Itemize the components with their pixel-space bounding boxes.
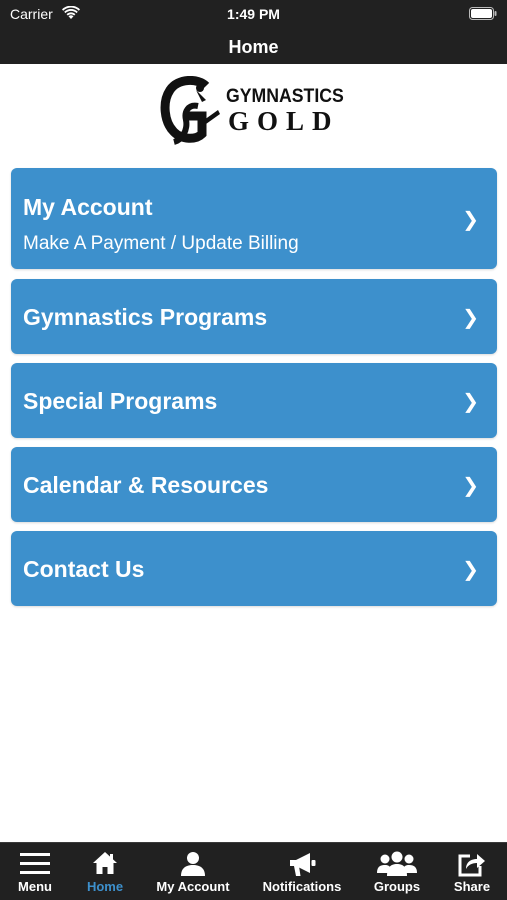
share-icon	[458, 854, 485, 877]
contact-us-card[interactable]: Contact Us ❯	[11, 531, 497, 606]
special-programs-card[interactable]: Special Programs ❯	[11, 363, 497, 438]
user-icon	[181, 852, 205, 876]
tab-label: Share	[453, 879, 491, 894]
battery-icon	[469, 7, 497, 20]
logo-monogram-icon	[160, 76, 220, 145]
calendar-resources-card[interactable]: Calendar & Resources ❯	[11, 447, 497, 522]
card-title: Gymnastics Programs	[23, 304, 268, 330]
gymnastics-programs-card[interactable]: Gymnastics Programs ❯	[11, 279, 497, 354]
tab-label: My Account	[156, 879, 230, 894]
tab-notifications[interactable]: Notifications	[250, 843, 354, 900]
tab-label: Notifications	[262, 879, 342, 894]
tab-groups[interactable]: Groups	[362, 843, 432, 900]
card-subtitle: Make A Payment / Update Billing	[23, 233, 299, 254]
gymnastics-gold-logo: GYMNASTICS GOLD	[158, 76, 352, 146]
chevron-right-icon: ❯	[462, 209, 479, 231]
tab-menu[interactable]: Menu	[0, 843, 70, 900]
group-icon	[377, 851, 417, 876]
chevron-right-icon: ❯	[462, 307, 479, 329]
tab-share[interactable]: Share	[440, 843, 504, 900]
logo-word-gold: GOLD	[228, 106, 340, 136]
tab-label: Menu	[18, 879, 52, 894]
chevron-right-icon: ❯	[462, 475, 479, 497]
clock: 1:49 PM	[227, 6, 280, 22]
tab-label: Home	[86, 879, 124, 894]
megaphone-icon	[290, 853, 316, 876]
hamburger-icon	[20, 853, 50, 874]
tab-bar: Menu Home My Account Notifications Group…	[0, 842, 507, 900]
card-title: Calendar & Resources	[23, 472, 269, 498]
card-title: Contact Us	[23, 556, 145, 582]
page-title: Home	[228, 36, 279, 57]
chevron-right-icon: ❯	[462, 391, 479, 413]
card-title: My Account	[23, 194, 153, 220]
tab-label: Groups	[373, 879, 421, 894]
nav-bar: Home	[0, 30, 507, 64]
tab-home[interactable]: Home	[70, 843, 140, 900]
tab-my-account[interactable]: My Account	[143, 843, 243, 900]
home-icon	[93, 852, 117, 874]
card-title: Special Programs	[23, 388, 218, 414]
chevron-right-icon: ❯	[462, 559, 479, 581]
status-bar: Carrier 1:49 PM	[0, 0, 507, 30]
logo-word-gymnastics: GYMNASTICS	[226, 86, 344, 107]
my-account-card[interactable]: My Account Make A Payment / Update Billi…	[11, 168, 497, 269]
